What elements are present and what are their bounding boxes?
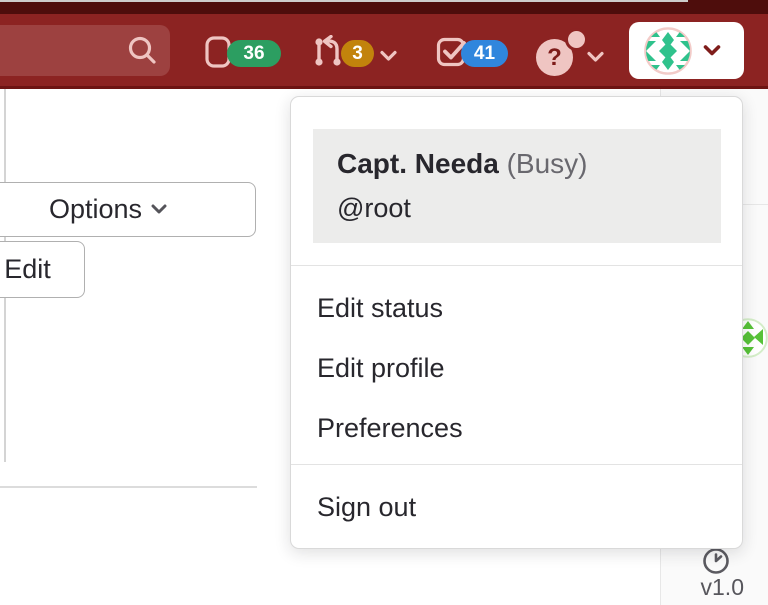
top-dark-strip — [0, 0, 768, 14]
user-name: Capt. Needa — [337, 148, 499, 179]
todos-count-badge[interactable]: 41 — [461, 40, 508, 67]
menu-item-preferences[interactable]: Preferences — [291, 398, 742, 458]
menu-item-edit-status[interactable]: Edit status — [291, 278, 742, 338]
user-avatar-button[interactable] — [629, 22, 744, 79]
user-menu-chevron-icon — [703, 44, 721, 57]
options-chevron-icon — [151, 204, 167, 215]
dropdown-group-signout: Sign out — [291, 464, 742, 537]
options-button-label: Options — [49, 194, 142, 225]
user-dropdown-header: Capt. Needa (Busy) @root — [313, 129, 721, 243]
search-icon — [126, 34, 160, 68]
menu-item-sign-out[interactable]: Sign out — [291, 477, 742, 537]
topbar-bottom-border — [0, 86, 768, 89]
content-horizontal-divider — [0, 486, 257, 488]
menu-item-edit-profile[interactable]: Edit profile — [291, 338, 742, 398]
version-label: v1.0 — [660, 574, 744, 601]
edit-button[interactable]: Edit — [0, 241, 85, 298]
user-avatar — [644, 27, 692, 75]
edit-button-label: Edit — [4, 254, 51, 285]
dropdown-group-profile: Edit status Edit profile Preferences — [291, 265, 742, 458]
merge-requests-count-badge[interactable]: 3 — [341, 40, 374, 67]
help-chevron-icon[interactable] — [587, 50, 604, 68]
issues-count-badge[interactable]: 36 — [227, 40, 281, 67]
search-input[interactable] — [0, 25, 170, 76]
user-busy-status: (Busy) — [507, 148, 588, 179]
user-username: @root — [337, 191, 697, 225]
help-notification-dot — [565, 28, 588, 51]
top-gray-line — [0, 0, 688, 2]
merge-requests-chevron-icon[interactable] — [380, 49, 397, 67]
options-button[interactable]: Options — [0, 182, 256, 237]
user-dropdown-menu: Capt. Needa (Busy) @root Edit status Edi… — [290, 96, 743, 549]
